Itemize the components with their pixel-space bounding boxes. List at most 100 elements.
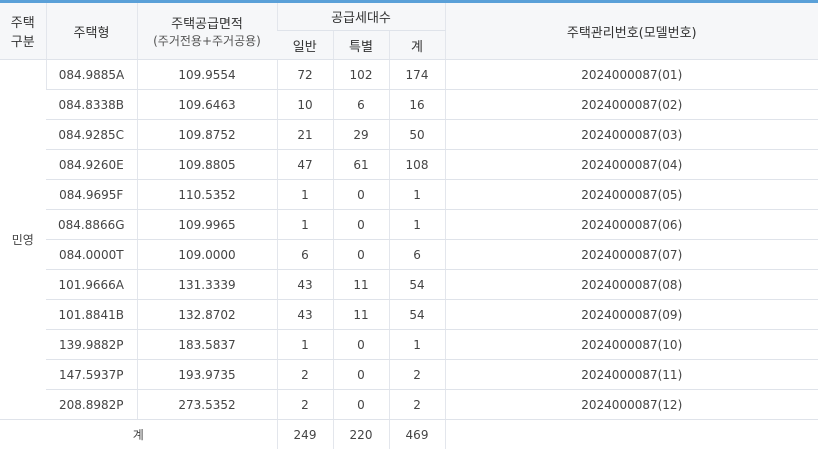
housing-type-cell: 민영: [0, 59, 46, 420]
area-cell: 131.3339: [136, 269, 277, 300]
management-number-cell: 2024000087(12): [444, 389, 818, 420]
sum-units-cell: 2: [388, 389, 446, 420]
management-number-cell: 2024000087(01): [444, 59, 818, 90]
sum-units-cell: 6: [388, 239, 446, 270]
sum-units-cell: 16: [388, 89, 446, 120]
table-row: 208.8982P 273.5352 2 0 2 2024000087(12): [0, 389, 818, 420]
management-number-cell: 2024000087(09): [444, 299, 818, 330]
model-cell: 084.9285C: [46, 119, 137, 150]
table-row: 084.9260E 109.8805 47 61 108 2024000087(04): [0, 149, 818, 180]
general-units-cell: 1: [276, 179, 333, 210]
model-cell: 101.8841B: [46, 299, 137, 330]
special-units-cell: 0: [332, 359, 389, 390]
table-row: 147.5937P 193.9735 2 0 2 2024000087(11): [0, 359, 818, 390]
table-row: 084.8866G 109.9965 1 0 1 2024000087(06): [0, 209, 818, 240]
table-row: 084.9695F 110.5352 1 0 1 2024000087(05): [0, 179, 818, 210]
total-general-cell: 249: [276, 419, 333, 449]
header-general: 일반: [277, 30, 333, 60]
header-area-line2: (주거전용+주거공용): [153, 34, 261, 48]
special-units-cell: 29: [332, 119, 389, 150]
general-units-cell: 47: [276, 149, 333, 180]
area-cell: 193.9735: [136, 359, 277, 390]
model-cell: 084.9885A: [45, 59, 137, 90]
table-body: 민영 084.9885A 109.9554 72 102 174 2024000087(01…: [0, 59, 818, 449]
header-model: 주택형: [45, 3, 137, 60]
management-number-cell: 2024000087(11): [444, 359, 818, 390]
header-sum: 계: [388, 30, 446, 60]
header-housing-type: 주택 구분: [0, 3, 46, 60]
management-number-cell: 2024000087(10): [444, 329, 818, 360]
sum-units-cell: 1: [388, 179, 446, 210]
header-housing-type-line1: 주택: [10, 16, 35, 31]
header-housing-type-line2: 구분: [10, 35, 35, 50]
special-units-cell: 0: [332, 329, 389, 360]
general-units-cell: 2: [276, 389, 333, 420]
housing-supply-table: 주택 구분 주택형 주택공급면적 (주거전용+주거공용) 공급세대수 주택관리번…: [0, 3, 818, 449]
table-row: 101.9666A 131.3339 43 11 54 2024000087(08): [0, 269, 818, 300]
special-units-cell: 11: [332, 299, 389, 330]
model-cell: 147.5937P: [46, 359, 137, 390]
total-sum-cell: 469: [388, 419, 446, 449]
special-units-cell: 0: [332, 389, 389, 420]
general-units-cell: 21: [276, 119, 333, 150]
management-number-cell: 2024000087(02): [444, 89, 818, 120]
supply-table-container: 주택 구분 주택형 주택공급면적 (주거전용+주거공용) 공급세대수 주택관리번…: [0, 0, 818, 452]
area-cell: 109.0000: [136, 239, 277, 270]
model-cell: 084.0000T: [46, 239, 137, 270]
general-units-cell: 43: [276, 299, 333, 330]
general-units-cell: 2: [276, 359, 333, 390]
sum-units-cell: 54: [388, 299, 446, 330]
general-units-cell: 1: [276, 329, 333, 360]
sum-units-cell: 1: [388, 329, 446, 360]
management-number-cell: 2024000087(03): [444, 119, 818, 150]
area-cell: 132.8702: [136, 299, 277, 330]
table-row: 139.9882P 183.5837 1 0 1 2024000087(10): [0, 329, 818, 360]
area-cell: 183.5837: [136, 329, 277, 360]
model-cell: 084.9695F: [46, 179, 137, 210]
general-units-cell: 1: [276, 209, 333, 240]
special-units-cell: 0: [332, 239, 389, 270]
area-cell: 109.8805: [136, 149, 277, 180]
model-cell: 084.8338B: [46, 89, 137, 120]
area-cell: 109.6463: [136, 89, 277, 120]
model-cell: 139.9882P: [46, 329, 137, 360]
management-number-cell: 2024000087(08): [444, 269, 818, 300]
area-cell: 109.8752: [136, 119, 277, 150]
model-cell: 084.8866G: [46, 209, 137, 240]
sum-units-cell: 174: [388, 59, 446, 90]
area-cell: 273.5352: [136, 389, 277, 420]
table-row: 101.8841B 132.8702 43 11 54 2024000087(09): [0, 299, 818, 330]
management-number-cell: 2024000087(06): [444, 209, 818, 240]
sum-units-cell: 50: [388, 119, 446, 150]
total-empty-cell: [444, 419, 818, 449]
special-units-cell: 6: [332, 89, 389, 120]
special-units-cell: 102: [332, 59, 389, 90]
sum-units-cell: 108: [388, 149, 446, 180]
special-units-cell: 0: [332, 209, 389, 240]
general-units-cell: 6: [276, 239, 333, 270]
area-cell: 109.9554: [136, 59, 277, 90]
table-row: 084.9285C 109.8752 21 29 50 2024000087(03): [0, 119, 818, 150]
header-management-number: 주택관리번호(모델번호): [444, 3, 818, 60]
header-area: 주택공급면적 (주거전용+주거공용): [136, 3, 277, 60]
management-number-cell: 2024000087(05): [444, 179, 818, 210]
sum-units-cell: 2: [388, 359, 446, 390]
sum-units-cell: 54: [388, 269, 446, 300]
total-label: 계: [0, 419, 277, 449]
table-row: 084.0000T 109.0000 6 0 6 2024000087(07): [0, 239, 818, 270]
special-units-cell: 11: [332, 269, 389, 300]
management-number-cell: 2024000087(04): [444, 149, 818, 180]
table-row: 민영 084.9885A 109.9554 72 102 174 2024000087(01…: [0, 59, 818, 420]
general-units-cell: 43: [276, 269, 333, 300]
area-cell: 110.5352: [136, 179, 277, 210]
table-header: 주택 구분 주택형 주택공급면적 (주거전용+주거공용) 공급세대수 주택관리번…: [0, 3, 818, 60]
total-special-cell: 220: [332, 419, 389, 449]
model-cell: 084.9260E: [46, 149, 137, 180]
model-cell: 208.8982P: [46, 389, 137, 420]
special-units-cell: 61: [332, 149, 389, 180]
header-area-line1: 주택공급면적: [171, 17, 243, 32]
area-cell: 109.9965: [136, 209, 277, 240]
special-units-cell: 0: [332, 179, 389, 210]
model-cell: 101.9666A: [46, 269, 137, 300]
general-units-cell: 72: [276, 59, 333, 90]
